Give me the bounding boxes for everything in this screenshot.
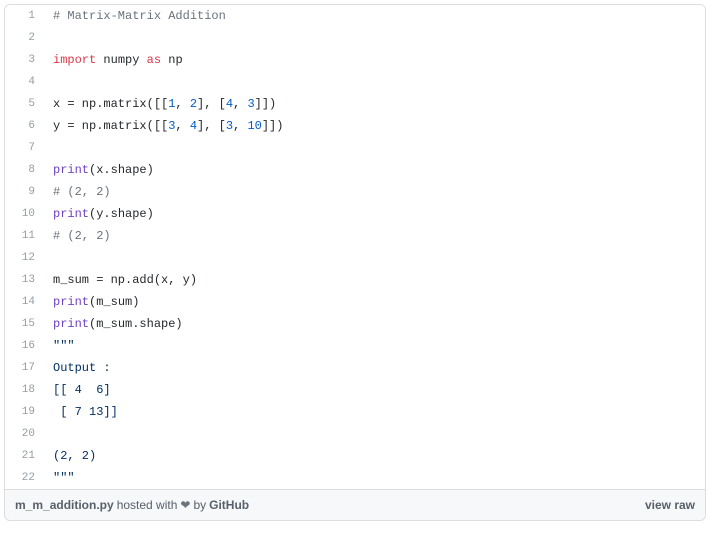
line-content[interactable]: """	[47, 467, 75, 489]
gist-container: 1# Matrix-Matrix Addition23import numpy …	[4, 4, 706, 521]
line-content[interactable]: m_sum = np.add(x, y)	[47, 269, 197, 291]
view-raw-link[interactable]: view raw	[645, 498, 695, 512]
line-number[interactable]: 3	[5, 49, 47, 71]
line-number[interactable]: 6	[5, 115, 47, 137]
line-number[interactable]: 7	[5, 137, 47, 159]
code-line: 18[[ 4 6]	[5, 379, 705, 401]
code-line: 16"""	[5, 335, 705, 357]
line-number[interactable]: 4	[5, 71, 47, 93]
line-content[interactable]: [ 7 13]]	[47, 401, 118, 423]
line-content[interactable]: (2, 2)	[47, 445, 96, 467]
filename-link[interactable]: m_m_addition.py	[15, 498, 114, 512]
code-line: 11# (2, 2)	[5, 225, 705, 247]
line-number[interactable]: 9	[5, 181, 47, 203]
code-line: 15print(m_sum.shape)	[5, 313, 705, 335]
line-number[interactable]: 10	[5, 203, 47, 225]
code-line: 22"""	[5, 467, 705, 489]
code-line: 19 [ 7 13]]	[5, 401, 705, 423]
code-area: 1# Matrix-Matrix Addition23import numpy …	[5, 5, 705, 489]
line-content[interactable]: # (2, 2)	[47, 181, 111, 203]
hosted-text: hosted with	[117, 498, 178, 512]
code-line: 6y = np.matrix([[3, 4], [3, 10]])	[5, 115, 705, 137]
line-content[interactable]: import numpy as np	[47, 49, 183, 71]
line-number[interactable]: 13	[5, 269, 47, 291]
line-number[interactable]: 16	[5, 335, 47, 357]
line-content[interactable]: Output :	[47, 357, 111, 379]
code-line: 7	[5, 137, 705, 159]
code-line: 1# Matrix-Matrix Addition	[5, 5, 705, 27]
code-line: 10print(y.shape)	[5, 203, 705, 225]
line-number[interactable]: 8	[5, 159, 47, 181]
code-line: 13m_sum = np.add(x, y)	[5, 269, 705, 291]
line-number[interactable]: 21	[5, 445, 47, 467]
line-content[interactable]: print(m_sum.shape)	[47, 313, 183, 335]
line-content[interactable]: print(m_sum)	[47, 291, 139, 313]
line-number[interactable]: 2	[5, 27, 47, 49]
line-content[interactable]: print(y.shape)	[47, 203, 154, 225]
by-text: by	[193, 498, 206, 512]
line-content[interactable]: y = np.matrix([[3, 4], [3, 10]])	[47, 115, 283, 137]
line-content[interactable]: print(x.shape)	[47, 159, 154, 181]
line-number[interactable]: 5	[5, 93, 47, 115]
code-line: 21(2, 2)	[5, 445, 705, 467]
line-number[interactable]: 11	[5, 225, 47, 247]
line-number[interactable]: 20	[5, 423, 47, 445]
line-number[interactable]: 12	[5, 247, 47, 269]
line-content[interactable]: [[ 4 6]	[47, 379, 111, 401]
code-line: 14print(m_sum)	[5, 291, 705, 313]
line-number[interactable]: 19	[5, 401, 47, 423]
line-number[interactable]: 18	[5, 379, 47, 401]
github-link[interactable]: GitHub	[209, 498, 249, 512]
line-content[interactable]: x = np.matrix([[1, 2], [4, 3]])	[47, 93, 276, 115]
heart-icon: ❤	[180, 498, 190, 512]
code-line: 9# (2, 2)	[5, 181, 705, 203]
line-content[interactable]: # Matrix-Matrix Addition	[47, 5, 226, 27]
footer-left: m_m_addition.py hosted with ❤ by GitHub	[15, 498, 249, 512]
line-number[interactable]: 22	[5, 467, 47, 489]
line-number[interactable]: 17	[5, 357, 47, 379]
code-line: 3import numpy as np	[5, 49, 705, 71]
line-number[interactable]: 14	[5, 291, 47, 313]
line-number[interactable]: 15	[5, 313, 47, 335]
code-line: 5x = np.matrix([[1, 2], [4, 3]])	[5, 93, 705, 115]
line-content[interactable]: """	[47, 335, 75, 357]
code-line: 4	[5, 71, 705, 93]
code-line: 17Output :	[5, 357, 705, 379]
code-line: 12	[5, 247, 705, 269]
code-line: 20	[5, 423, 705, 445]
code-line: 8print(x.shape)	[5, 159, 705, 181]
line-number[interactable]: 1	[5, 5, 47, 27]
gist-footer: m_m_addition.py hosted with ❤ by GitHub …	[5, 489, 705, 520]
code-line: 2	[5, 27, 705, 49]
line-content[interactable]: # (2, 2)	[47, 225, 111, 247]
